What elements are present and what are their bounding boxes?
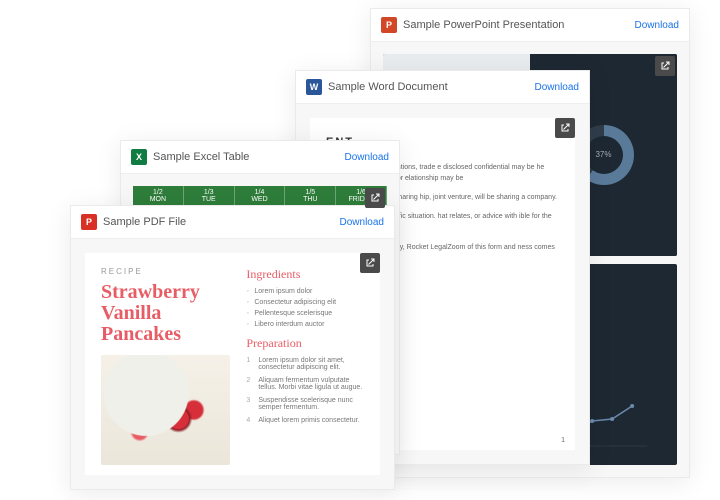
download-link[interactable]: Download	[345, 152, 389, 163]
ingredient-item: Lorem ipsum dolor	[246, 288, 364, 295]
card-header: P Sample PDF File Download	[71, 206, 394, 239]
prep-step: Lorem ipsum dolor sit amet, consectetur …	[246, 357, 364, 371]
pdf-preview-card: P Sample PDF File Download RECIPE Strawb…	[70, 205, 395, 490]
prep-step: Suspendisse scelerisque nunc semper ferm…	[246, 397, 364, 411]
card-body: RECIPE Strawberry Vanilla Pancakes Ingre…	[71, 239, 394, 489]
open-external-icon[interactable]	[655, 56, 675, 76]
excel-icon: X	[131, 149, 147, 165]
card-header: P Sample PowerPoint Presentation Downloa…	[371, 9, 689, 42]
card-header: W Sample Word Document Download	[296, 71, 589, 104]
preparation-heading: Preparation	[246, 336, 364, 351]
ingredient-item: Pellentesque scelerisque	[246, 310, 364, 317]
word-icon: W	[306, 79, 322, 95]
recipe-image	[101, 355, 230, 465]
card-title: Sample Excel Table	[153, 151, 345, 163]
download-link[interactable]: Download	[340, 217, 384, 228]
ingredients-heading: Ingredients	[246, 267, 364, 282]
card-title: Sample PDF File	[103, 216, 340, 228]
download-link[interactable]: Download	[635, 20, 679, 31]
ingredient-item: Consectetur adipiscing elit	[246, 299, 364, 306]
prep-step: Aliquet lorem primis consectetur.	[246, 417, 364, 424]
recipe-title: Strawberry Vanilla Pancakes	[101, 282, 230, 345]
open-external-icon[interactable]	[555, 118, 575, 138]
open-external-icon[interactable]	[360, 253, 380, 273]
page-number: 1	[561, 435, 565, 446]
card-title: Sample Word Document	[328, 81, 535, 93]
card-header: X Sample Excel Table Download	[121, 141, 399, 174]
powerpoint-icon: P	[381, 17, 397, 33]
download-link[interactable]: Download	[535, 82, 579, 93]
pdf-page: RECIPE Strawberry Vanilla Pancakes Ingre…	[85, 253, 380, 475]
ingredient-item: Libero interdum auctor	[246, 321, 364, 328]
card-title: Sample PowerPoint Presentation	[403, 19, 635, 31]
donut-label: 37%	[595, 150, 611, 159]
prep-step: Aliquam fermentum vulputate tellus. Morb…	[246, 377, 364, 391]
pdf-icon: P	[81, 214, 97, 230]
recipe-kicker: RECIPE	[101, 267, 230, 276]
open-external-icon[interactable]	[365, 188, 385, 208]
